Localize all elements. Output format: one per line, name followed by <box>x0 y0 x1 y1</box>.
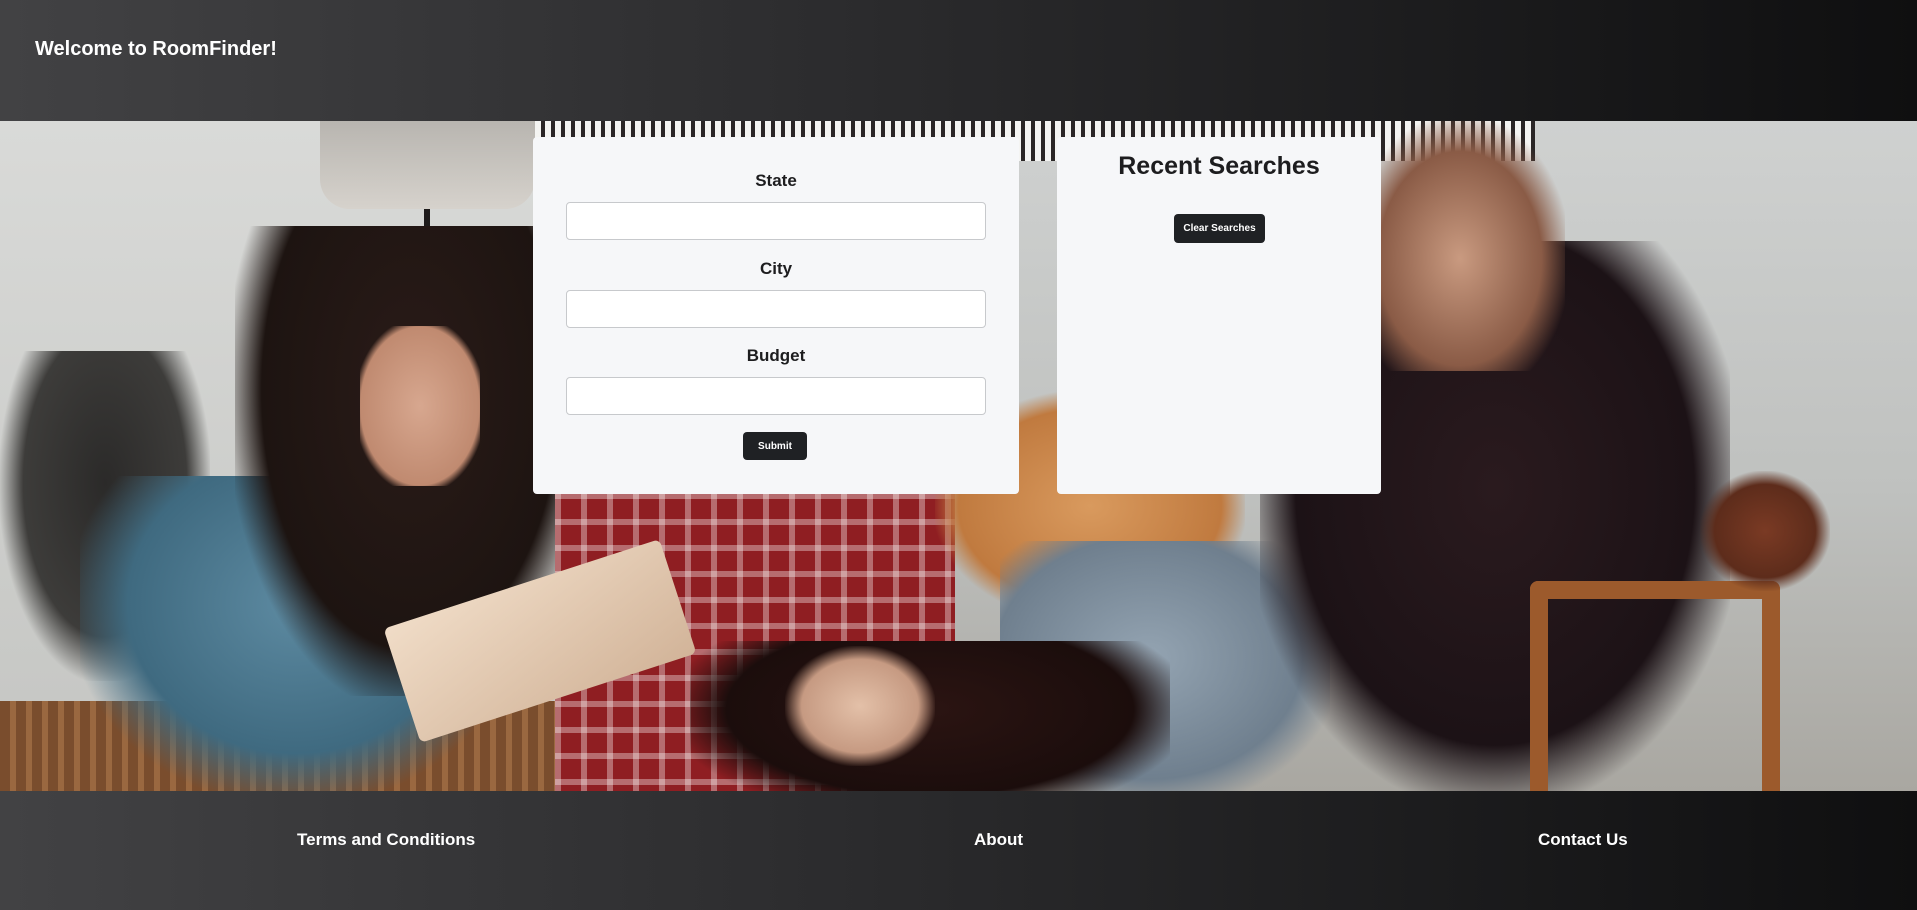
city-input[interactable] <box>566 290 986 328</box>
terms-and-conditions-link[interactable]: Terms and Conditions <box>297 830 475 850</box>
budget-label: Budget <box>746 346 806 365</box>
hero-background-image: State City Budget Submit Recent Searches… <box>0 121 1917 791</box>
state-input[interactable] <box>566 202 986 240</box>
recent-searches-title: Recent Searches <box>1118 152 1320 180</box>
contact-us-link[interactable]: Contact Us <box>1538 830 1628 850</box>
site-title: Welcome to RoomFinder! <box>35 38 277 60</box>
clear-searches-button[interactable]: Clear Searches <box>1174 214 1265 243</box>
city-label: City <box>759 259 793 278</box>
state-label: State <box>755 171 797 190</box>
lamp-shade <box>320 121 535 209</box>
wooden-chair <box>1530 581 1780 791</box>
submit-button[interactable]: Submit <box>743 432 807 460</box>
search-form: State City Budget Submit <box>533 137 1019 494</box>
site-footer: Terms and Conditions About Contact Us <box>0 791 1917 910</box>
site-header: Welcome to RoomFinder! <box>0 0 1917 121</box>
dried-flowers <box>785 646 935 766</box>
budget-input[interactable] <box>566 377 986 415</box>
about-link[interactable]: About <box>974 830 1023 850</box>
recent-searches-panel: Recent Searches Clear Searches <box>1057 137 1381 494</box>
